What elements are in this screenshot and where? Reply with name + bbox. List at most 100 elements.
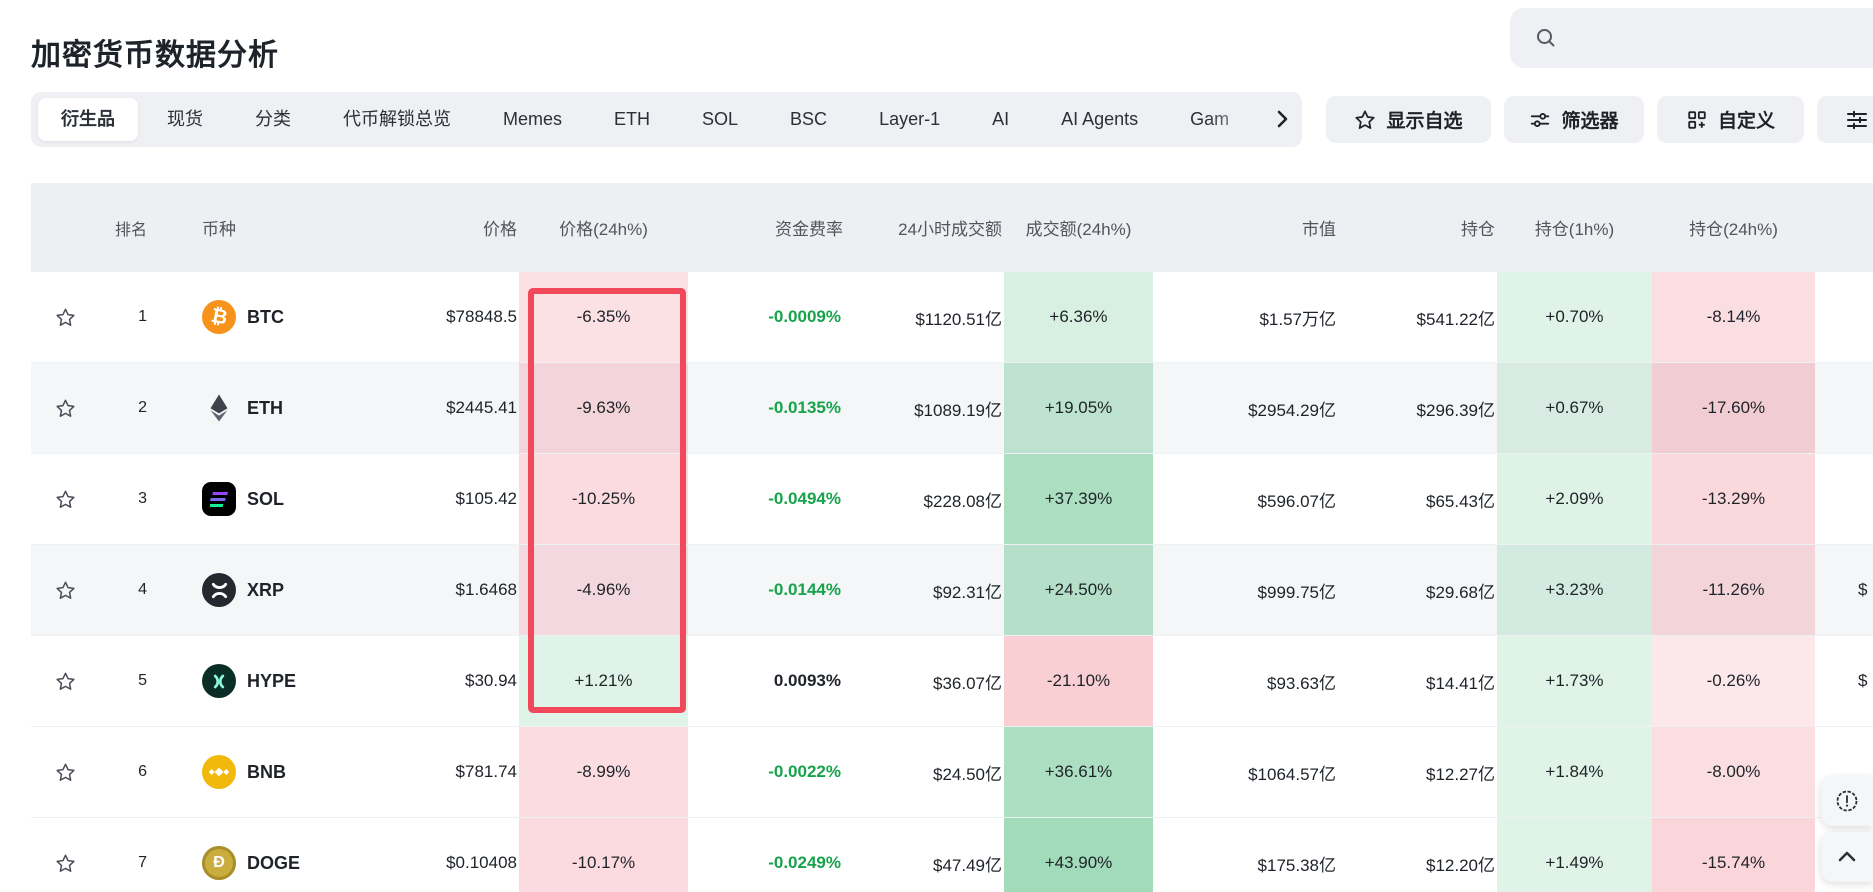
overflow-clipped-cell [1815, 363, 1873, 453]
search-box[interactable] [1510, 8, 1873, 68]
coin-cell[interactable]: SOL [148, 454, 390, 544]
coin-symbol: BTC [247, 306, 284, 327]
oi-1h-pct-cell: +0.67% [1497, 363, 1652, 453]
funding-rate-cell: -0.0144% [768, 580, 841, 599]
star-icon[interactable] [55, 671, 76, 692]
tab-bar: 衍生品 现货 分类 代币解锁总览 Memes ETH SOL BSC Layer-1 AI AI A… [31, 92, 1302, 147]
column-header-price[interactable]: 价格 [390, 215, 519, 240]
open-interest-cell: $14.41亿 [1426, 673, 1495, 693]
column-header-vol[interactable]: 24小时成交额 [845, 215, 1004, 240]
chevron-up-icon [1835, 845, 1859, 869]
price-24h-pct-cell: +1.21% [519, 636, 688, 726]
chevron-right-icon[interactable] [1270, 107, 1294, 131]
coin-symbol: DOGE [247, 852, 301, 873]
star-icon[interactable] [55, 398, 76, 419]
volume-24h-cell: $1089.19亿 [914, 400, 1002, 420]
search-input[interactable] [1570, 26, 1873, 50]
grid-plus-icon [1686, 109, 1708, 131]
coin-cell[interactable]: Ɖ DOGE [148, 818, 390, 892]
column-header-mcap[interactable]: 市值 [1153, 215, 1340, 240]
toolbar-button-自定义[interactable]: 自定义 [1657, 96, 1804, 143]
table-body: 1 ₿ BTC $78848.5 -6.35% -0.0009% $1120.5… [31, 272, 1873, 892]
column-header-star [31, 215, 100, 240]
badge-alert-icon [1834, 788, 1860, 814]
volume-24h-cell: $36.07亿 [933, 673, 1002, 693]
coin-cell[interactable]: ₿ BTC [148, 272, 390, 362]
coin-cell[interactable]: BNB [148, 727, 390, 817]
column-header-oi[interactable]: 持仓 [1340, 215, 1497, 240]
column-header-rank[interactable]: 排名 [100, 215, 148, 240]
tab-4[interactable]: 代币解锁总览 [320, 98, 474, 141]
table-row[interactable]: 1 ₿ BTC $78848.5 -6.35% -0.0009% $1120.5… [31, 272, 1873, 363]
open-interest-cell: $29.68亿 [1426, 582, 1495, 602]
table-row[interactable]: 4 XRP $1.6468 -4.96% -0.0144% $92.31亿 +2… [31, 545, 1873, 636]
star-icon [1354, 109, 1376, 131]
star-icon[interactable] [55, 853, 76, 874]
column-header-oi24[interactable]: 持仓(24h%) [1652, 215, 1815, 240]
price-cell: $0.10408 [446, 853, 517, 872]
volume-24h-cell: $24.50亿 [933, 764, 1002, 784]
tab-8[interactable]: BSC [767, 98, 850, 141]
favorite-star-cell [31, 363, 100, 453]
volume-24h-pct-cell: +43.90% [1004, 818, 1153, 892]
favorite-star-cell [31, 545, 100, 635]
oi-1h-pct-cell: +1.49% [1497, 818, 1652, 892]
coin-symbol: XRP [247, 579, 285, 600]
price-24h-pct-cell: -9.63% [519, 363, 688, 453]
rank-cell: 3 [138, 490, 147, 507]
oi-24h-pct-cell: -0.26% [1652, 636, 1815, 726]
coin-symbol: SOL [247, 488, 285, 509]
scroll-to-top-button[interactable] [1821, 832, 1873, 882]
star-icon[interactable] [55, 307, 76, 328]
tab-9[interactable]: Layer-1 [856, 98, 963, 141]
table-row[interactable]: 3 SOL $105.42 -10.25% -0.0494% $228.08亿 … [31, 454, 1873, 545]
price-cell: $781.74 [455, 762, 517, 781]
table-row[interactable]: 5 HYPE $30.94 +1.21% 0.0093% $36.07亿 -21… [31, 636, 1873, 727]
tab-1[interactable]: 衍生品 [38, 98, 138, 141]
toolbar-button-显示自选[interactable]: 显示自选 [1326, 96, 1491, 143]
alert-badge-button[interactable] [1821, 776, 1873, 826]
volume-24h-cell: $1120.51亿 [915, 309, 1002, 329]
volume-24h-cell: $47.49亿 [933, 855, 1002, 875]
table-row[interactable]: 7 Ɖ DOGE $0.10408 -10.17% -0.0249% $47.4… [31, 818, 1873, 892]
oi-1h-pct-cell: +1.84% [1497, 727, 1652, 817]
toolbar-button-columns[interactable] [1817, 96, 1873, 143]
tab-10[interactable]: AI [969, 98, 1032, 141]
funding-rate-cell: 0.0093% [773, 671, 841, 690]
tab-3[interactable]: 分类 [232, 98, 314, 141]
coin-cell[interactable]: XRP [148, 545, 390, 635]
toolbar-button-筛选器[interactable]: 筛选器 [1504, 96, 1644, 143]
column-header-p24[interactable]: 价格(24h%) [519, 215, 688, 240]
price-24h-pct-cell: -10.25% [519, 454, 688, 544]
rank-cell: 4 [138, 581, 147, 598]
tab-5[interactable]: Memes [480, 98, 585, 141]
favorite-star-cell [31, 727, 100, 817]
volume-24h-pct-cell: +19.05% [1004, 363, 1153, 453]
search-icon [1534, 26, 1558, 50]
rank-cell: 1 [138, 308, 147, 325]
tab-11[interactable]: AI Agents [1038, 98, 1161, 141]
column-header-vol24[interactable]: 成交额(24h%) [1004, 215, 1153, 240]
star-icon[interactable] [55, 580, 76, 601]
market-cap-cell: $93.63亿 [1267, 673, 1336, 693]
overflow-clipped-cell: $ [1858, 671, 1868, 690]
coin-cell[interactable]: HYPE [148, 636, 390, 726]
column-settings-icon [1845, 108, 1869, 132]
table-row[interactable]: 6 BNB $781.74 -8.99% -0.0022% $24.50亿 +3… [31, 727, 1873, 818]
open-interest-cell: $541.22亿 [1416, 309, 1495, 329]
table-row[interactable]: 2 ETH $2445.41 -9.63% -0.0135% $1089.19亿… [31, 363, 1873, 454]
coin-icon: ₿ [202, 300, 236, 334]
tab-7[interactable]: SOL [679, 98, 761, 141]
favorite-star-cell [31, 636, 100, 726]
star-icon[interactable] [55, 489, 76, 510]
volume-24h-pct-cell: +24.50% [1004, 545, 1153, 635]
tab-6[interactable]: ETH [591, 98, 673, 141]
star-icon[interactable] [55, 762, 76, 783]
tab-2[interactable]: 现货 [144, 98, 226, 141]
favorite-star-cell [31, 454, 100, 544]
price-cell: $105.42 [455, 489, 517, 508]
column-header-oi1h[interactable]: 持仓(1h%) [1497, 215, 1652, 240]
coin-cell[interactable]: ETH [148, 363, 390, 453]
column-header-coin[interactable]: 币种 [148, 215, 390, 240]
column-header-funding[interactable]: 资金费率 [688, 215, 845, 240]
